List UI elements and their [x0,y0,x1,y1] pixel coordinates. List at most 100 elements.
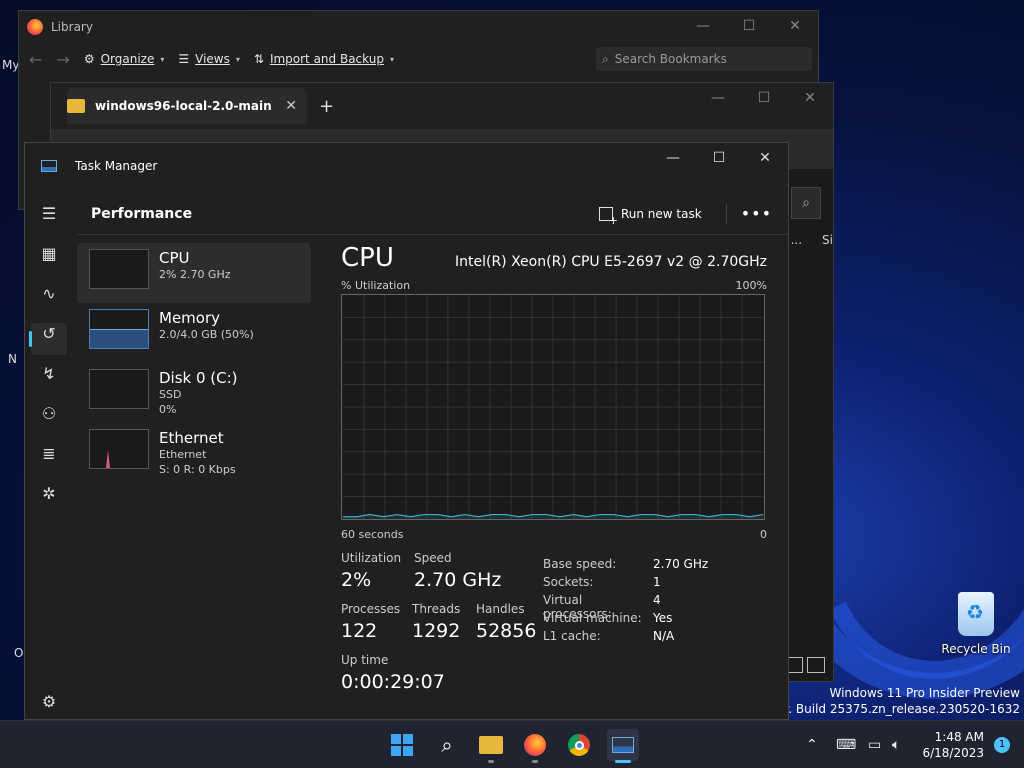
cpu-stats: Utilization 2% Speed 2.70 GHz Processes … [341,551,767,721]
spec-value: 4 [653,593,661,607]
organize-menu[interactable]: ⚙ Organize ▾ [84,52,165,66]
spec-key: Virtual machine: [543,611,642,625]
spec-row: Sockets: 1 [543,575,708,593]
cpu-specs: Base speed: 2.70 GHz Sockets: 1 Virtual pr… [543,557,708,647]
task-manager-window-controls: — ☐ ✕ [650,143,788,173]
spec-key: Virtual processors: [543,593,612,621]
column-header[interactable]: Si [822,233,833,247]
start-button[interactable] [386,729,418,761]
chrome-icon [568,734,590,756]
maximize-button[interactable]: ☐ [726,11,772,41]
show-hidden-icons-button[interactable]: ⌃ [806,721,818,768]
minimize-button[interactable]: — [680,11,726,41]
keyboard-icon[interactable]: ⌨ [836,721,856,768]
resource-item-disk[interactable]: Disk 0 (C:) SSD 0% [77,363,311,423]
firefox-taskbar-icon[interactable] [519,729,551,763]
more-options-icon[interactable]: ••• [741,204,772,223]
resource-list: CPU 2% 2.70 GHz Memory 2.0/4.0 GB (50%) … [77,243,311,483]
desktop-icon-label: My [2,58,20,72]
task-manager-nav: ☰ ▦ ∿ ↺ ↯ ⚇ ≣ ✲ ⚙ [25,189,73,719]
task-manager-taskbar-icon[interactable] [607,729,639,763]
resource-sub: S: 0 R: 0 Kbps [159,463,236,476]
stat-value-threads: 1292 [412,620,461,642]
memory-thumbnail [89,309,149,349]
resource-item-memory[interactable]: Memory 2.0/4.0 GB (50%) [77,303,311,363]
stat-label: Threads [412,602,461,616]
firefox-icon [27,19,43,35]
taskbar: ⌕ ⌃ ⌨ ▭ 🔈︎ 1:48 AM 6/18/2023 1 [0,720,1024,768]
divider [725,203,727,224]
performance-icon[interactable]: ∿ [37,281,61,305]
cpu-model: Intel(R) Xeon(R) CPU E5-2697 v2 @ 2.70GH… [455,254,767,270]
network-icon[interactable]: ▭ [868,721,881,768]
new-tab-button[interactable]: + [319,96,334,117]
search-icon: ⌕ [602,51,609,66]
resource-name: Disk 0 (C:) [159,369,238,387]
tiles-view-button[interactable] [807,657,825,673]
cpu-detail-panel: CPU Intel(R) Xeon(R) CPU E5-2697 v2 @ 2.… [341,243,767,721]
views-menu[interactable]: ☰ Views ▾ [178,52,240,66]
task-manager-window: Task Manager — ☐ ✕ ☰ ▦ ∿ ↺ ↯ ⚇ ≣ ✲ ⚙ Per… [24,142,789,720]
y-axis-min: 0 [760,528,767,541]
notification-badge[interactable]: 1 [994,737,1010,753]
stat-value-speed: 2.70 GHz [414,569,502,591]
details-icon[interactable]: ≣ [37,441,61,465]
hamburger-menu-icon[interactable]: ☰ [37,201,61,225]
close-button[interactable]: ✕ [787,83,833,113]
chevron-down-icon: ▾ [389,54,394,64]
performance-header: Performance Run new task ••• [77,193,788,235]
volume-icon[interactable]: 🔈︎ [892,721,900,768]
resource-item-ethernet[interactable]: Ethernet Ethernet S: 0 R: 0 Kbps [77,423,311,483]
desktop-icon-label: N [8,352,17,366]
stat-label: Speed [414,551,452,565]
resource-item-cpu[interactable]: CPU 2% 2.70 GHz [77,243,311,303]
file-explorer-taskbar-icon[interactable] [475,729,507,763]
resource-sub: 0% [159,403,177,416]
bookmark-search-input[interactable]: ⌕ Search Bookmarks [596,47,812,71]
minimize-button[interactable]: — [650,143,696,173]
maximize-button[interactable]: ☐ [741,83,787,113]
minimize-button[interactable]: — [695,83,741,113]
close-button[interactable]: ✕ [772,11,818,41]
explorer-search-button[interactable]: ⌕ [791,187,821,219]
chrome-taskbar-icon[interactable] [563,729,595,761]
resource-name: CPU [159,249,190,267]
cpu-utilization-graph [341,294,765,520]
close-button[interactable]: ✕ [742,143,788,173]
spec-row: Base speed: 2.70 GHz [543,557,708,575]
stat-value-utilization: 2% [341,569,372,591]
recycle-bin[interactable]: Recycle Bin [940,592,1012,656]
maximize-button[interactable]: ☐ [696,143,742,173]
spec-row: Virtual machine: Yes [543,611,708,629]
forward-arrow-icon[interactable]: → [56,50,69,69]
import-backup-menu[interactable]: ⇅ Import and Backup ▾ [254,52,394,66]
folder-icon [479,736,503,754]
app-history-icon[interactable]: ↺ [37,321,61,345]
spec-value: Yes [653,611,673,625]
firefox-icon [524,734,546,756]
settings-gear-icon[interactable]: ⚙ [37,689,61,713]
taskbar-clock[interactable]: 1:48 AM 6/18/2023 [922,729,984,761]
back-arrow-icon[interactable]: ← [29,50,42,69]
users-icon[interactable]: ⚇ [37,401,61,425]
run-new-task-button[interactable]: Run new task [598,206,702,227]
services-icon[interactable]: ✲ [37,481,61,505]
processes-icon[interactable]: ▦ [37,241,61,265]
spec-row: Virtual processors: 4 [543,593,708,621]
gear-icon: ⚙ [83,52,95,66]
windows-logo-icon [391,734,413,756]
chevron-down-icon: ▾ [160,54,165,64]
explorer-view-toggles [785,657,825,673]
memory-usage-fill [90,329,148,348]
explorer-tab[interactable]: windows96-local-2.0-main ✕ [67,88,307,124]
import-backup-label: Import and Backup [269,52,384,66]
task-manager-title: Task Manager [75,159,158,173]
explorer-window-controls: — ☐ ✕ [695,83,833,113]
stat-label: Handles [476,602,525,616]
recycle-bin-icon [958,592,994,636]
search-taskbar-icon[interactable]: ⌕ [431,729,463,761]
search-placeholder: Search Bookmarks [614,52,727,66]
close-tab-icon[interactable]: ✕ [285,98,297,114]
library-window-controls: — ☐ ✕ [680,11,818,41]
startup-apps-icon[interactable]: ↯ [37,361,61,385]
